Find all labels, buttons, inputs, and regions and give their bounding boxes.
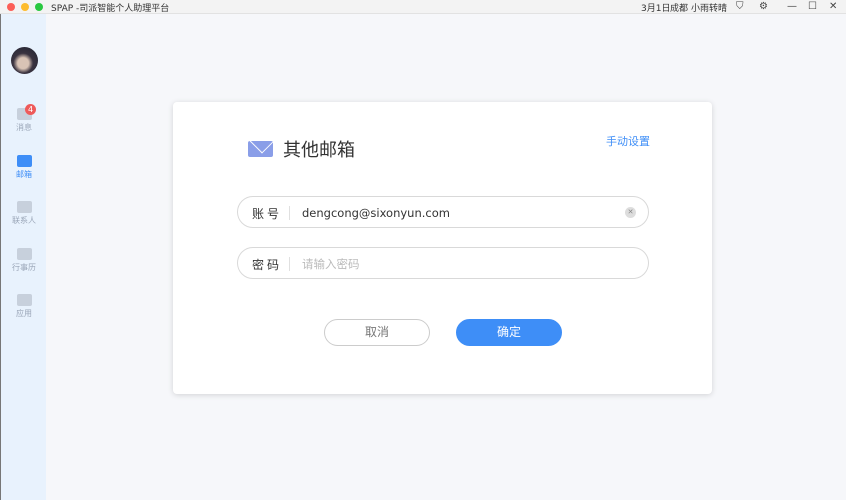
sidebar-item-calendar[interactable]: 行事历 [1,248,47,273]
sidebar: 消息 邮箱 联系人 行事历 应用 [0,14,46,500]
manual-setup-link[interactable]: 手动设置 [606,133,650,149]
envelope-icon [248,141,273,157]
sidebar-item-label: 应用 [16,309,32,318]
maximize-icon[interactable]: ☐ [808,1,817,12]
minimize-icon[interactable]: — [787,1,797,12]
apps-grid-icon [16,294,32,306]
title-bar: SPAP -司派智能个人助理平台 3月1日 成都 小雨转晴 ⛉ ⚙ — ☐ ✕ [0,0,846,14]
calendar-icon [16,248,32,260]
maximize-window-button[interactable] [35,3,43,11]
weather-label: 小雨转晴 [691,4,728,14]
divider [289,257,290,271]
divider [289,206,290,220]
contacts-icon [16,201,32,213]
account-field: 账号 ✕ [237,196,649,228]
sidebar-item-label: 行事历 [12,263,36,272]
confirm-button[interactable]: 确定 [456,319,562,346]
sidebar-item-mail[interactable]: 邮箱 [1,155,47,180]
password-label: 密码 [252,258,283,272]
close-window-button[interactable] [7,3,15,11]
sidebar-item-label: 邮箱 [16,170,32,179]
password-field: 密码 [237,247,649,279]
sidebar-item-contacts[interactable]: 联系人 [1,201,47,226]
clear-icon[interactable]: ✕ [625,207,636,218]
window-title: SPAP -司派智能个人助理平台 [51,4,170,14]
other-mailbox-dialog: 其他邮箱 手动设置 账号 ✕ 密码 取消 确定 [173,102,712,394]
sidebar-item-label: 消息 [16,123,32,132]
sidebar-item-messages[interactable]: 消息 [1,108,47,133]
date-label: 3月1日 [641,4,671,14]
dialog-title: 其他邮箱 [283,140,355,161]
sidebar-item-apps[interactable]: 应用 [1,294,47,319]
avatar[interactable] [11,47,38,74]
account-label: 账号 [252,207,283,221]
unread-badge: 4 [25,104,36,115]
minimize-window-button[interactable] [21,3,29,11]
mail-icon [16,155,32,167]
cancel-button[interactable]: 取消 [324,319,430,346]
skin-shirt-icon[interactable]: ⛉ [736,1,744,12]
account-input[interactable] [302,203,612,222]
settings-gear-icon[interactable]: ⚙ [759,1,768,12]
sidebar-item-label: 联系人 [12,216,36,225]
password-input[interactable] [302,254,612,273]
city-label: 成都 [670,4,689,14]
close-icon[interactable]: ✕ [829,1,837,12]
